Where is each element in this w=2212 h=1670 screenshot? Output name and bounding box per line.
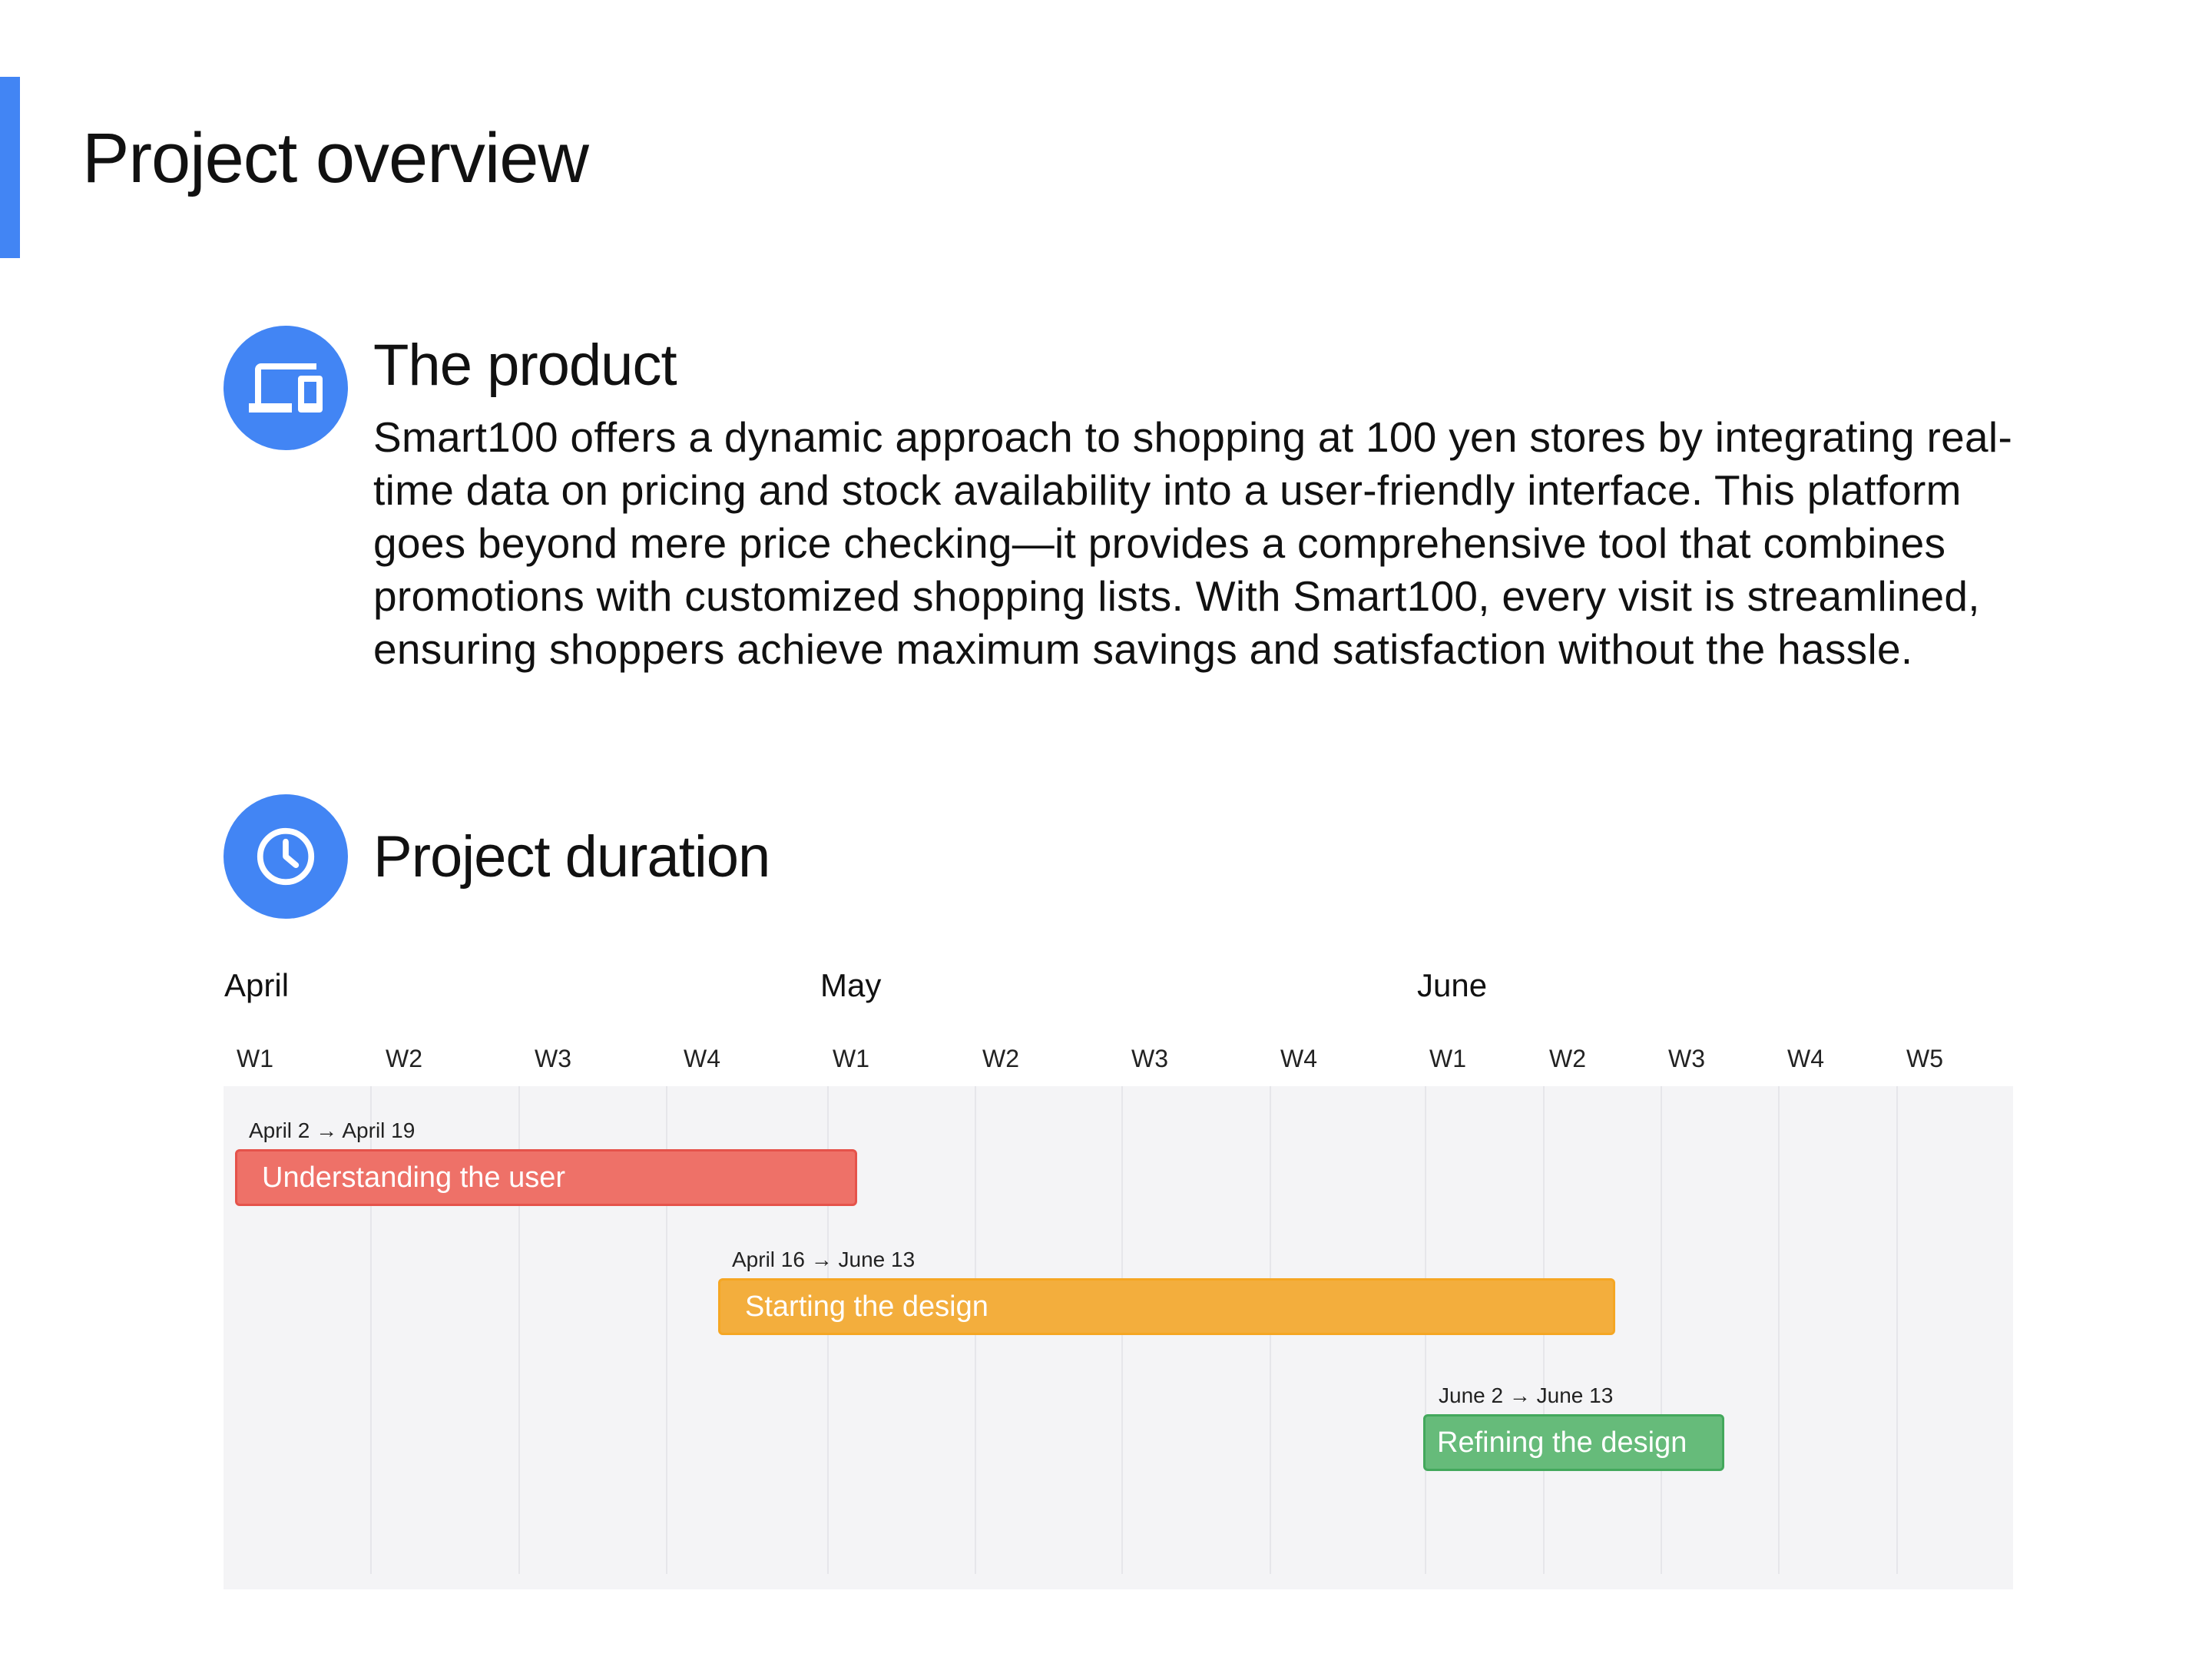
task-bar-refining-the-design[interactable]: Refining the design (1423, 1414, 1724, 1471)
week-label: W2 (386, 1045, 422, 1072)
page-title: Project overview (82, 119, 589, 197)
task-date-range: June 2 → June 13 (1439, 1383, 1614, 1407)
grid-line (1778, 1086, 1780, 1574)
product-description: Smart100 offers a dynamic approach to sh… (373, 413, 2013, 673)
grid-line (1896, 1086, 1898, 1574)
week-label: W2 (1549, 1045, 1586, 1072)
task-label: Understanding the user (262, 1161, 566, 1194)
task-date-range: April 2 → April 19 (249, 1118, 416, 1142)
product-icon-badge (224, 326, 348, 450)
week-label: W4 (684, 1045, 720, 1072)
devices-icon (249, 363, 323, 413)
accent-bar (0, 77, 20, 258)
week-label: W4 (1787, 1045, 1824, 1072)
product-heading: The product (373, 333, 677, 398)
task-label: Refining the design (1437, 1426, 1687, 1459)
duration-icon-badge (224, 794, 348, 919)
gantt-chart: April 2 → April 19 Understanding the use… (224, 1086, 2013, 1589)
week-label: W3 (1668, 1045, 1705, 1072)
grid-line (1661, 1086, 1662, 1574)
month-label-may: May (820, 967, 882, 1003)
week-label: W4 (1280, 1045, 1317, 1072)
clock-icon (257, 827, 315, 886)
task-date-range: April 16 → June 13 (732, 1248, 916, 1271)
week-label: W3 (535, 1045, 571, 1072)
week-label: W2 (982, 1045, 1019, 1072)
task-bar-understanding-the-user[interactable]: Understanding the user (235, 1149, 857, 1206)
duration-heading: Project duration (373, 824, 770, 890)
month-label-june: June (1417, 967, 1488, 1003)
task-bar-starting-the-design[interactable]: Starting the design (718, 1278, 1615, 1335)
task-label: Starting the design (745, 1290, 988, 1323)
month-label-april: April (224, 967, 290, 1003)
week-label: W1 (237, 1045, 273, 1072)
week-label: W1 (833, 1045, 869, 1072)
week-label: W1 (1429, 1045, 1466, 1072)
week-label: W5 (1906, 1045, 1943, 1072)
week-label: W3 (1131, 1045, 1168, 1072)
